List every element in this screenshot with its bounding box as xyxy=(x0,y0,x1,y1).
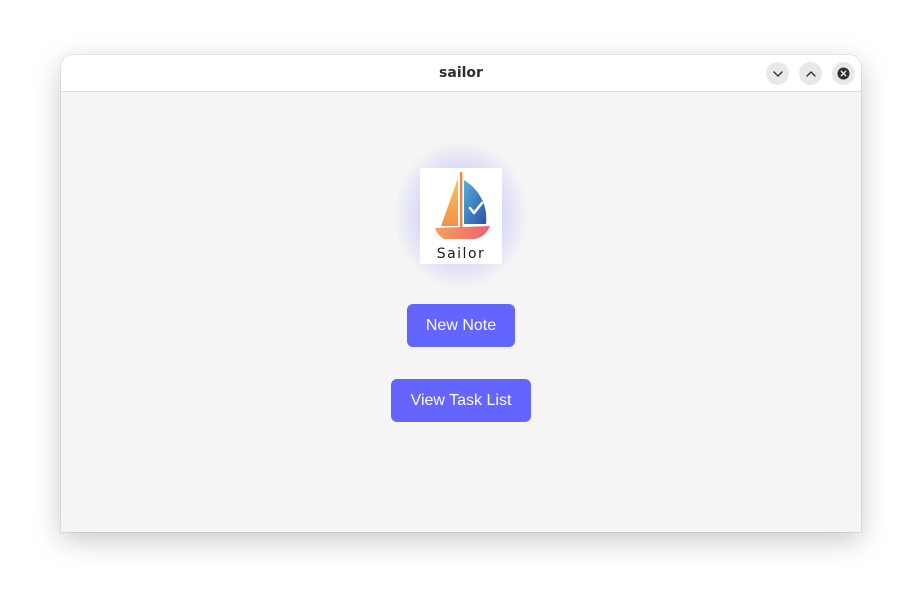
window-controls xyxy=(766,62,855,85)
close-button[interactable] xyxy=(832,62,855,85)
main-content: Sailor New Note View Task List xyxy=(61,92,861,532)
view-task-list-button[interactable]: View Task List xyxy=(391,379,531,422)
maximize-button[interactable] xyxy=(799,62,822,85)
logo-text: Sailor xyxy=(436,246,486,262)
chevron-up-icon xyxy=(805,68,817,80)
window-title: sailor xyxy=(439,65,483,81)
chevron-down-icon xyxy=(772,68,784,80)
sailor-logo: Sailor xyxy=(420,168,502,264)
app-window: sailor Sailor New Note View Task List xyxy=(61,55,861,532)
title-bar[interactable]: sailor xyxy=(61,55,861,92)
minimize-button[interactable] xyxy=(766,62,789,85)
new-note-button[interactable]: New Note xyxy=(407,304,515,347)
close-icon xyxy=(837,67,850,80)
